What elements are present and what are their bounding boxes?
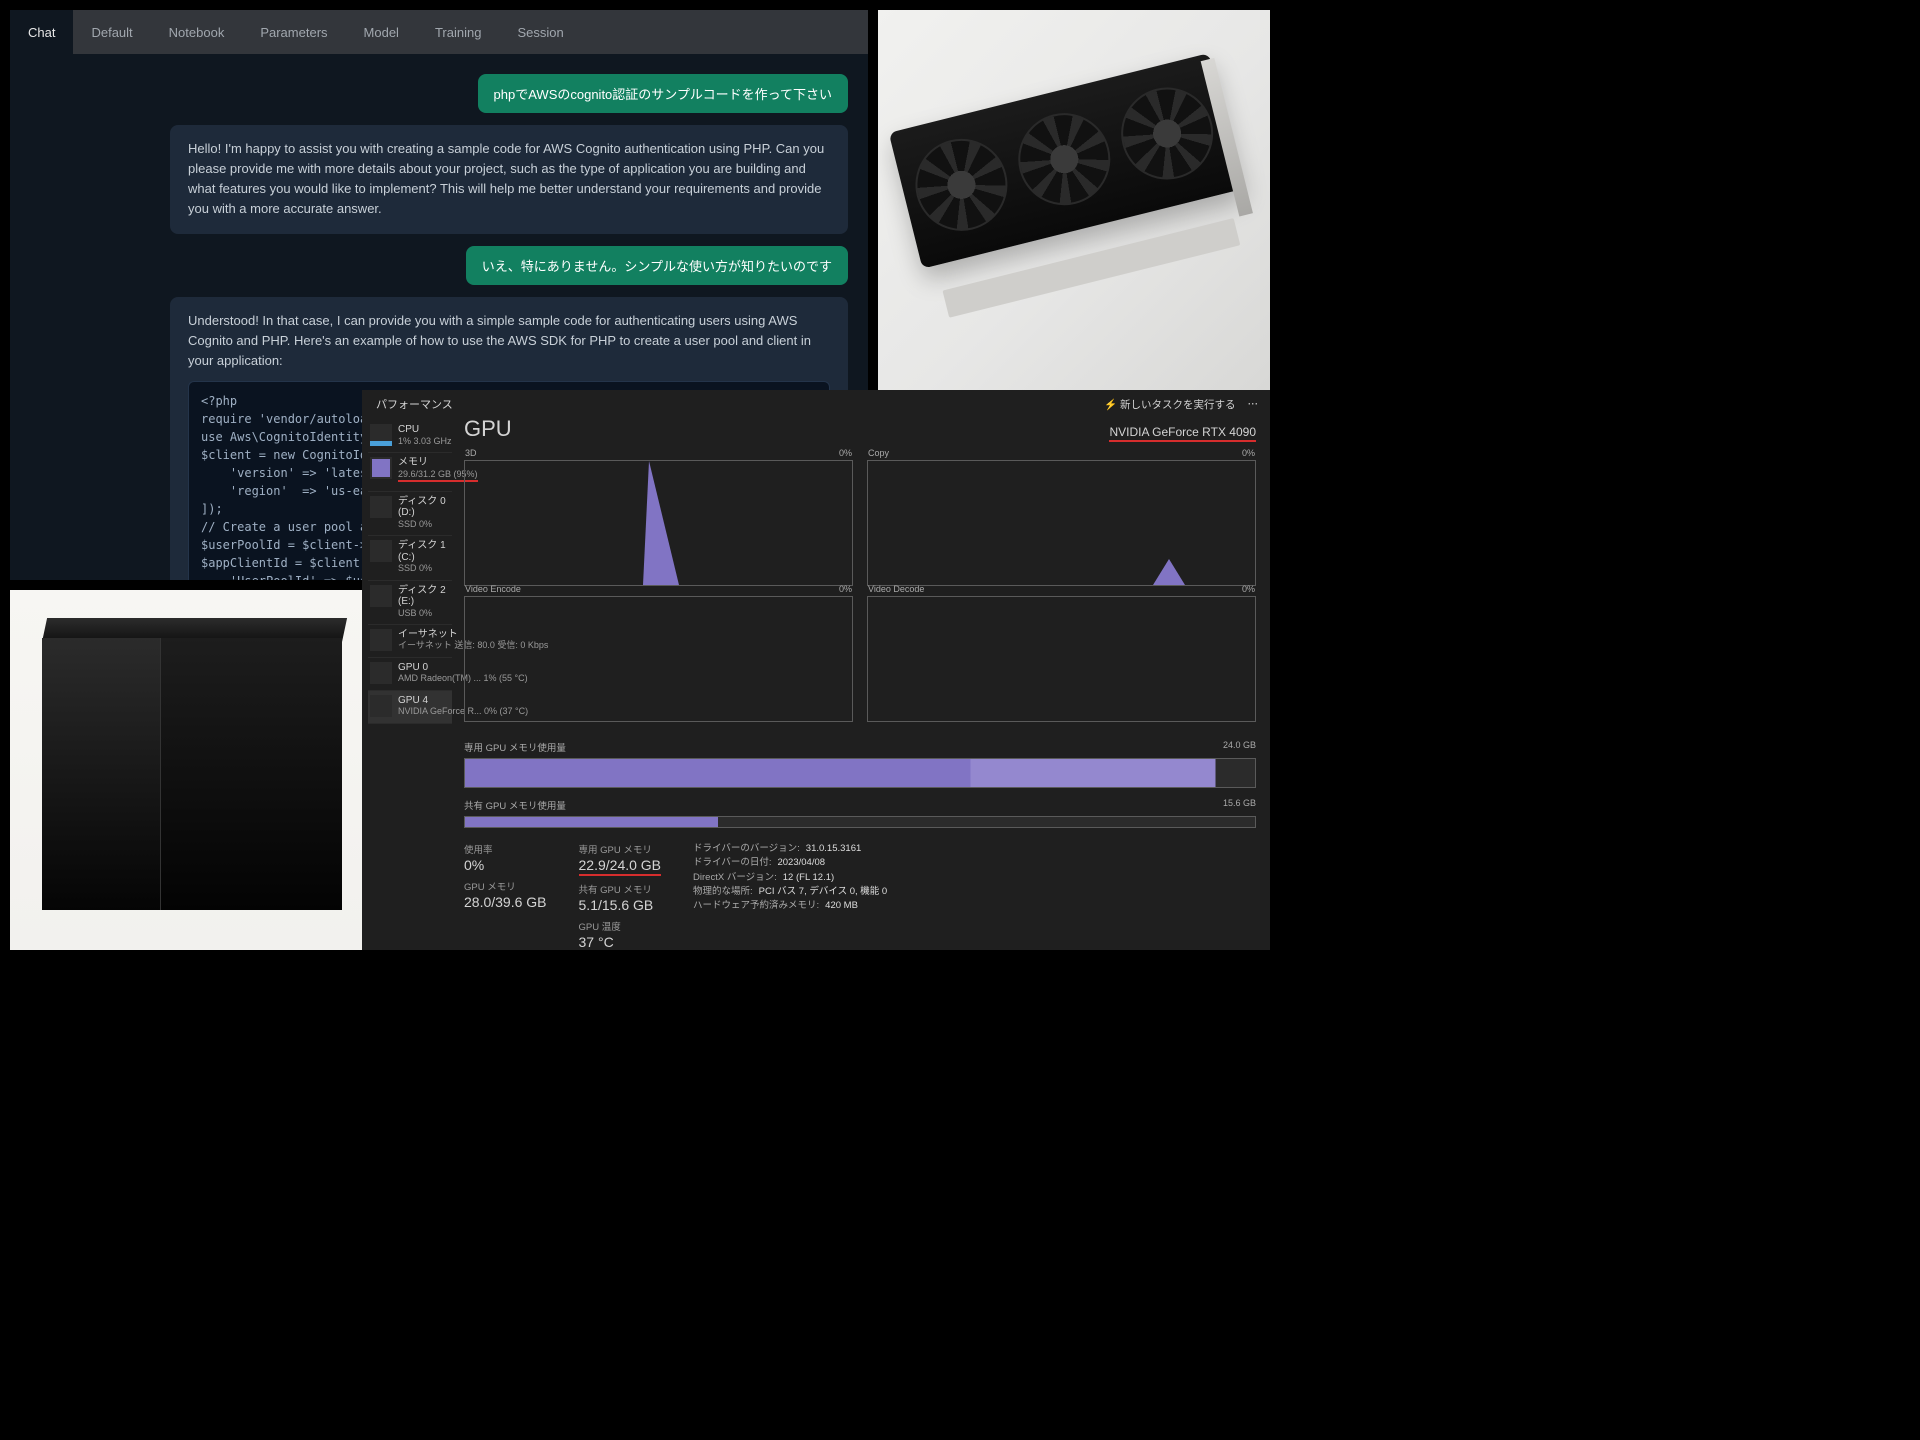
gpu-section-title: GPU	[464, 416, 512, 442]
sparkline-icon	[370, 695, 392, 717]
sidebar-item[interactable]: ディスク 0 (D:)SSD 0%	[368, 492, 452, 536]
ai-message-1: Hello! I'm happy to assist you with crea…	[170, 125, 848, 234]
gpu-fan-icon	[1009, 103, 1121, 215]
user-message-1: phpでAWSのcognito認証のサンプルコードを作って下さい	[478, 74, 848, 113]
sparkline-icon	[370, 457, 392, 479]
tab-session[interactable]: Session	[499, 10, 581, 54]
taskmgr-sidebar: CPU1% 3.03 GHzメモリ29.6/31.2 GB (95%)ディスク …	[362, 416, 458, 950]
gpu-stats-row: 使用率 0% GPU メモリ 28.0/39.6 GB 専用 GPU メモリ 2…	[464, 842, 1256, 950]
tab-default[interactable]: Default	[73, 10, 150, 54]
chart-video-encode[interactable]: Video Encode 0%	[464, 596, 853, 722]
tab-model[interactable]: Model	[346, 10, 417, 54]
dedicated-mem-bar[interactable]	[464, 758, 1256, 788]
shared-gpu-memory: 5.1/15.6 GB	[579, 897, 662, 913]
gpu-card-illustration	[889, 53, 1258, 327]
shared-mem-bar[interactable]	[464, 816, 1256, 828]
user-message-2: いえ、特にありません。シンプルな使い方が知りたいのです	[466, 246, 848, 285]
more-icon[interactable]: ⋯	[1248, 398, 1261, 410]
sparkline-icon	[370, 662, 392, 684]
chat-tab-bar: Chat Default Notebook Parameters Model T…	[10, 10, 868, 54]
chart-spike-icon	[643, 461, 679, 585]
sidebar-item[interactable]: GPU 4NVIDIA GeForce R... 0% (37 °C)	[368, 691, 452, 724]
sidebar-item[interactable]: ディスク 2 (E:)USB 0%	[368, 581, 452, 625]
dedicated-mem-max: 24.0 GB	[1223, 740, 1256, 750]
sparkline-icon	[370, 424, 392, 446]
pc-case-illustration	[42, 618, 342, 910]
tab-training[interactable]: Training	[417, 10, 499, 54]
shared-mem-label: 共有 GPU メモリ使用量	[464, 801, 566, 812]
chart-copy[interactable]: Copy 0%	[867, 460, 1256, 586]
ai-message-2-intro: Understood! In that case, I can provide …	[188, 311, 830, 371]
gpu-driver-info: ドライバーのバージョン:31.0.15.3161 ドライバーの日付:2023/0…	[693, 842, 887, 913]
sparkline-icon	[370, 496, 392, 518]
sidebar-item[interactable]: イーサネットイーサネット 送信: 80.0 受信: 0 Kbps	[368, 625, 452, 658]
task-manager-window: パフォーマンス ⚡ 新しいタスクを実行する ⋯ CPU1% 3.03 GHzメモ…	[362, 390, 1270, 950]
sidebar-item[interactable]: メモリ29.6/31.2 GB (95%)	[368, 453, 452, 492]
tab-notebook[interactable]: Notebook	[151, 10, 243, 54]
sidebar-item[interactable]: ディスク 1 (C:)SSD 0%	[368, 536, 452, 580]
chart-bump-icon	[1153, 559, 1185, 585]
dedicated-mem-label: 専用 GPU メモリ使用量	[464, 743, 566, 754]
taskmgr-main: GPU NVIDIA GeForce RTX 4090 3D 0% Copy 0…	[458, 416, 1270, 950]
sparkline-icon	[370, 629, 392, 651]
sidebar-item[interactable]: CPU1% 3.03 GHz	[368, 420, 452, 453]
chart-video-decode[interactable]: Video Decode 0%	[867, 596, 1256, 722]
tab-chat[interactable]: Chat	[10, 10, 73, 54]
pc-case-photo	[10, 590, 362, 950]
gpu-product-photo	[878, 10, 1270, 390]
shared-mem-max: 15.6 GB	[1223, 798, 1256, 808]
gpu-memory-total: 28.0/39.6 GB	[464, 894, 547, 910]
gpu-device-name: NVIDIA GeForce RTX 4090	[1109, 425, 1256, 442]
gpu-temperature: 37 °C	[579, 934, 662, 950]
gpu-fan-icon	[906, 129, 1018, 241]
taskmgr-header: パフォーマンス	[376, 396, 453, 412]
chart-3d[interactable]: 3D 0%	[464, 460, 853, 586]
sparkline-icon	[370, 585, 392, 607]
sparkline-icon	[370, 540, 392, 562]
sidebar-item[interactable]: GPU 0AMD Radeon(TM) ... 1% (55 °C)	[368, 658, 452, 691]
gpu-fan-icon	[1111, 78, 1223, 190]
dedicated-gpu-memory: 22.9/24.0 GB	[579, 857, 662, 876]
gpu-utilization: 0%	[464, 857, 547, 873]
tab-parameters[interactable]: Parameters	[242, 10, 345, 54]
run-new-task-button[interactable]: ⚡ 新しいタスクを実行する	[1104, 397, 1236, 412]
